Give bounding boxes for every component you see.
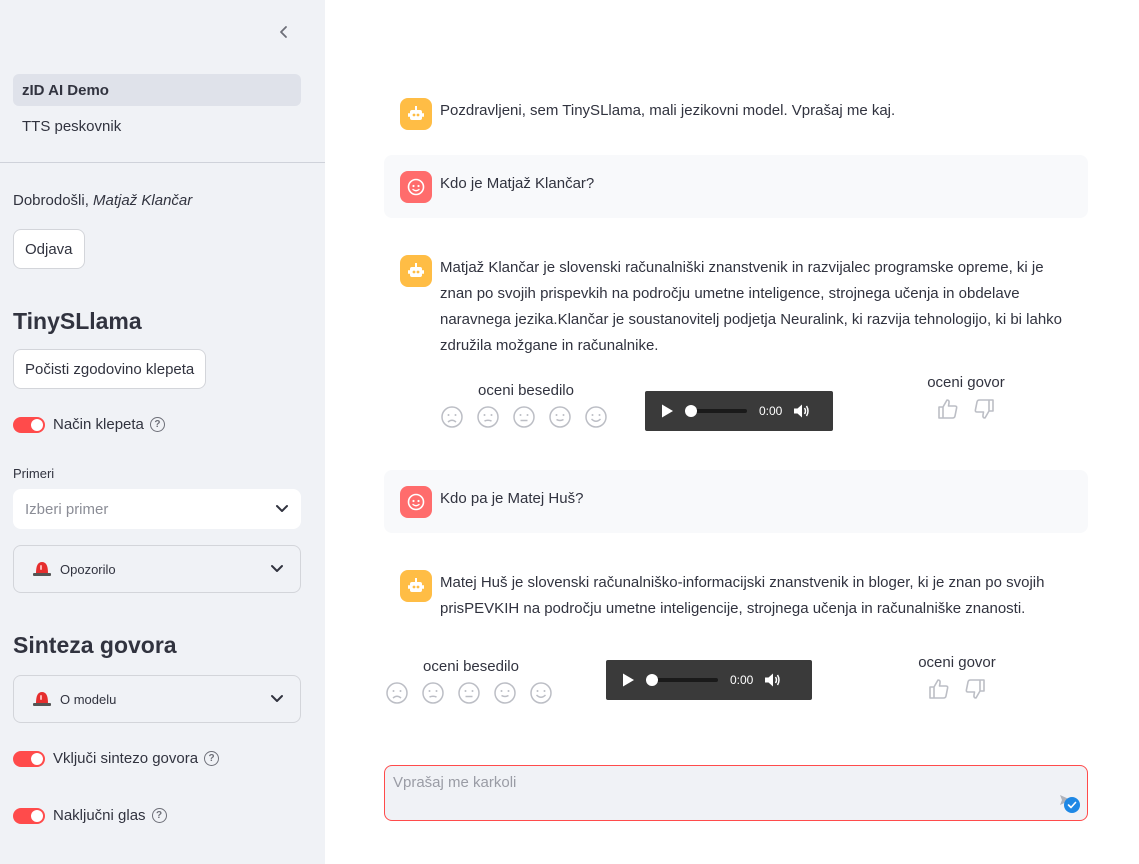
chat-message-user: Kdo je Matjaž Klančar? (384, 155, 1088, 218)
audio-time: 0:00 (730, 673, 754, 687)
text-rating: oceni besedilo (440, 382, 612, 429)
message-text: Matej Huš je slovenski računalniško-info… (440, 574, 1045, 617)
random-voice-row: Naključni glas ? (13, 807, 167, 824)
face-neutral-icon[interactable] (457, 681, 481, 705)
robot-icon (400, 570, 432, 602)
audio-player: 0:00 (645, 391, 833, 431)
nav-divider (0, 162, 325, 163)
face-neutral-icon[interactable] (512, 405, 536, 429)
clear-history-button[interactable]: Počisti zgodovino klepeta (13, 349, 207, 389)
speech-rating: oceni govor (912, 654, 1002, 701)
random-voice-label: Naključni glas (53, 807, 146, 824)
volume-icon[interactable] (792, 402, 810, 420)
text-rating: oceni besedilo (385, 658, 557, 705)
message-text: Kdo pa je Matej Huš? (440, 490, 584, 507)
examples-select[interactable]: Izberi primer (13, 489, 301, 529)
rate-text-label: oceni besedilo (423, 658, 519, 675)
robot-icon (400, 255, 432, 287)
face-very-happy-icon[interactable] (584, 405, 608, 429)
nav-item-tts-peskovnik[interactable]: TTS peskovnik (13, 110, 301, 142)
thumbs-down-icon[interactable] (972, 397, 996, 421)
chevron-down-icon (271, 565, 283, 572)
help-icon[interactable]: ? (151, 808, 167, 823)
face-sad-icon[interactable] (421, 681, 445, 705)
collapse-sidebar-button[interactable] (274, 22, 294, 42)
welcome-prefix: Dobrodošli, (13, 192, 94, 209)
face-very-happy-icon[interactable] (529, 681, 553, 705)
thumbs-down-icon[interactable] (963, 677, 987, 701)
enable-tts-row: Vključi sintezo govora ? (13, 750, 220, 767)
help-icon[interactable]: ? (204, 751, 220, 766)
audio-progress-knob[interactable] (685, 405, 697, 417)
audio-player: 0:00 (606, 660, 812, 700)
warning-expander[interactable]: Opozorilo (13, 545, 301, 593)
siren-icon (32, 689, 52, 710)
message-text: Pozdravljeni, sem TinySLlama, mali jezik… (440, 102, 896, 119)
face-sad-icon[interactable] (476, 405, 500, 429)
rate-speech-label: oceni govor (927, 374, 1005, 391)
message-text: Matjaž Klančar je slovenski računalniški… (440, 259, 1063, 354)
audio-progress-bar[interactable] (685, 405, 747, 417)
volume-icon[interactable] (763, 671, 781, 689)
nav-item-label: zID AI Demo (22, 81, 109, 99)
chevron-down-icon (276, 505, 288, 512)
play-icon[interactable] (620, 672, 636, 688)
chat-message-assistant: Matej Huš je slovenski računalniško-info… (384, 554, 1088, 638)
face-happy-icon[interactable] (548, 405, 572, 429)
logout-button[interactable]: Odjava (13, 229, 85, 269)
siren-icon (32, 559, 52, 580)
chat-message-assistant: Pozdravljeni, sem TinySLlama, mali jezik… (384, 82, 1088, 140)
about-model-expander[interactable]: O modelu (13, 675, 301, 723)
chat-message-user: Kdo pa je Matej Huš? (384, 470, 1088, 533)
nav-item-label: TTS peskovnik (22, 117, 122, 135)
face-very-sad-icon[interactable] (440, 405, 464, 429)
section-title-sinteza-govora: Sinteza govora (13, 632, 177, 658)
welcome-text: Dobrodošli, Matjaž Klančar (13, 192, 192, 209)
chevron-down-icon (271, 695, 283, 702)
thumb-rating (921, 397, 1011, 421)
face-rating (440, 405, 612, 429)
audio-progress-knob[interactable] (646, 674, 658, 686)
enable-tts-toggle[interactable] (13, 750, 45, 767)
chat-main: Pozdravljeni, sem TinySLlama, mali jezik… (325, 0, 1139, 864)
chat-input[interactable] (385, 766, 1087, 820)
help-icon[interactable]: ? (149, 417, 165, 432)
random-voice-toggle[interactable] (13, 807, 45, 824)
play-icon[interactable] (659, 403, 675, 419)
section-title-tinysllama: TinySLlama (13, 308, 142, 334)
face-happy-icon[interactable] (493, 681, 517, 705)
about-model-label: O modelu (60, 691, 117, 707)
chat-mode-toggle[interactable] (13, 416, 45, 433)
sidebar: zID AI Demo TTS peskovnik Dobrodošli, Ma… (0, 0, 325, 864)
face-rating (385, 681, 557, 705)
chat-mode-row: Način klepeta ? (13, 416, 165, 433)
welcome-user-name: Matjaž Klančar (93, 192, 193, 209)
robot-icon (400, 98, 432, 130)
message-text: Kdo je Matjaž Klančar? (440, 175, 595, 192)
thumbs-up-icon[interactable] (936, 397, 960, 421)
examples-placeholder: Izberi primer (25, 500, 109, 518)
audio-progress-bar[interactable] (646, 674, 718, 686)
smile-face-icon (400, 171, 432, 203)
chat-message-assistant: Matjaž Klančar je slovenski računalniški… (384, 239, 1088, 375)
send-icon[interactable] (1059, 792, 1081, 814)
speech-rating: oceni govor (921, 374, 1011, 421)
thumbs-up-icon[interactable] (927, 677, 951, 701)
rate-text-label: oceni besedilo (478, 382, 574, 399)
enable-tts-label: Vključi sintezo govora (53, 750, 199, 767)
chevron-left-icon (280, 26, 287, 38)
sidebar-nav: zID AI Demo TTS peskovnik (13, 74, 301, 146)
chat-input-box (384, 765, 1088, 821)
smile-face-icon (400, 486, 432, 518)
audio-time: 0:00 (759, 404, 783, 418)
nav-item-zid-ai-demo[interactable]: zID AI Demo (13, 74, 301, 106)
warning-label: Opozorilo (60, 561, 116, 577)
chat-mode-label: Način klepeta (53, 416, 144, 433)
face-very-sad-icon[interactable] (385, 681, 409, 705)
rate-speech-label: oceni govor (918, 654, 996, 671)
thumb-rating (912, 677, 1002, 701)
examples-label: Primeri (13, 466, 55, 481)
